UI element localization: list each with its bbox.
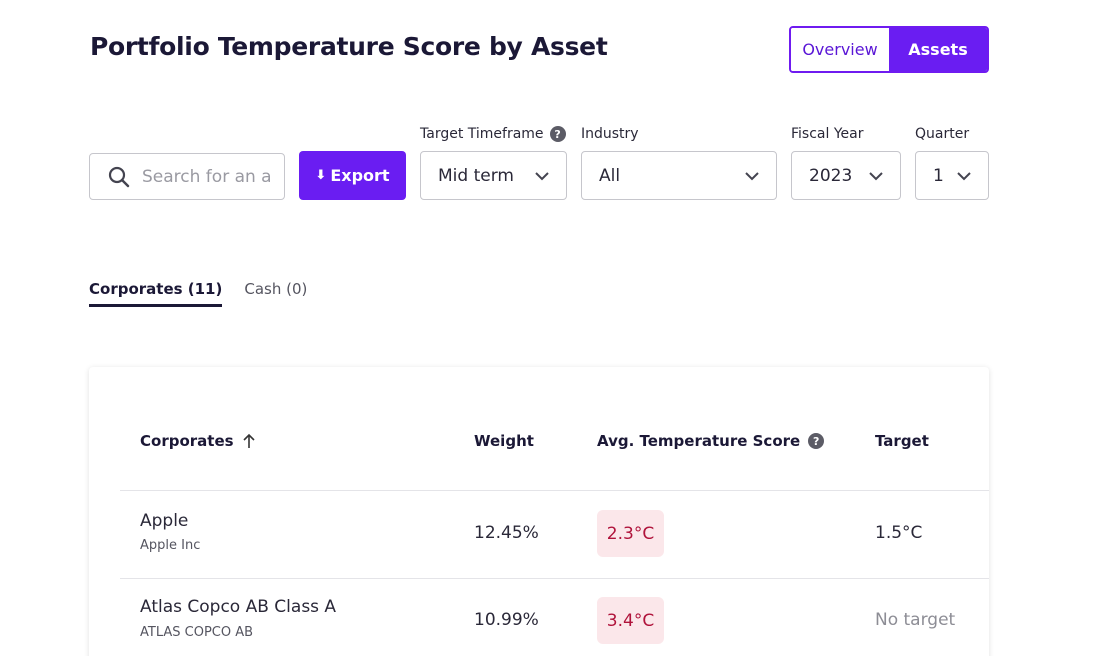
corporates-header-label: Corporates [140, 432, 234, 450]
help-icon[interactable]: ? [549, 126, 566, 142]
tab-corporates[interactable]: Corporates (11) [89, 280, 223, 307]
asset-target: No target [875, 610, 956, 630]
chevron-down-icon [869, 171, 883, 180]
view-toggle: Overview Assets [789, 26, 989, 73]
assets-toggle-button[interactable]: Assets [889, 28, 987, 71]
chevron-down-icon [535, 171, 549, 180]
temperature-badge: 2.3°C [597, 510, 664, 557]
asset-legal-name: ATLAS COPCO AB [140, 625, 254, 640]
row-divider [120, 578, 989, 579]
asset-tabs: Corporates (11) Cash (0) [89, 280, 307, 307]
fiscal-year-label: Fiscal Year [791, 126, 864, 142]
timeframe-label: Target Timeframe ? [420, 126, 566, 142]
asset-name[interactable]: Apple [140, 511, 188, 531]
export-label: Export [330, 166, 390, 185]
row-divider [120, 490, 989, 491]
fiscal-year-dropdown[interactable]: 2023 [791, 151, 901, 200]
asset-weight: 12.45% [474, 523, 539, 543]
quarter-dropdown[interactable]: 1 [915, 151, 989, 200]
temperature-column-header[interactable]: Avg. Temperature Score ? [597, 432, 825, 450]
overview-toggle-button[interactable]: Overview [791, 28, 889, 71]
page-title: Portfolio Temperature Score by Asset [90, 32, 608, 61]
corporates-column-header[interactable]: Corporates [140, 432, 256, 450]
timeframe-value: Mid term [438, 165, 514, 186]
timeframe-label-text: Target Timeframe [420, 126, 544, 142]
asset-legal-name: Apple Inc [140, 538, 201, 553]
temperature-header-label: Avg. Temperature Score [597, 432, 801, 450]
industry-label: Industry [581, 126, 639, 142]
tab-cash[interactable]: Cash (0) [244, 280, 307, 307]
target-column-header[interactable]: Target [875, 432, 929, 450]
temperature-badge: 3.4°C [597, 597, 664, 644]
industry-value: All [599, 165, 621, 186]
search-input[interactable] [142, 166, 272, 187]
download-icon: ⬇ [315, 168, 327, 183]
asset-weight: 10.99% [474, 610, 539, 630]
sort-ascending-icon[interactable] [242, 433, 256, 449]
help-icon[interactable]: ? [808, 433, 825, 449]
weight-column-header[interactable]: Weight [474, 432, 534, 450]
export-button[interactable]: ⬇ Export [299, 151, 406, 200]
asset-target: 1.5°C [875, 523, 923, 543]
fiscal-year-value: 2023 [809, 165, 853, 186]
quarter-label: Quarter [915, 126, 970, 142]
quarter-value: 1 [933, 165, 944, 186]
industry-dropdown[interactable]: All [581, 151, 777, 200]
search-icon [108, 166, 130, 187]
chevron-down-icon [745, 171, 759, 180]
chevron-down-icon [957, 171, 971, 180]
search-box [89, 153, 285, 200]
asset-name[interactable]: Atlas Copco AB Class A [140, 597, 336, 617]
timeframe-dropdown[interactable]: Mid term [420, 151, 567, 200]
